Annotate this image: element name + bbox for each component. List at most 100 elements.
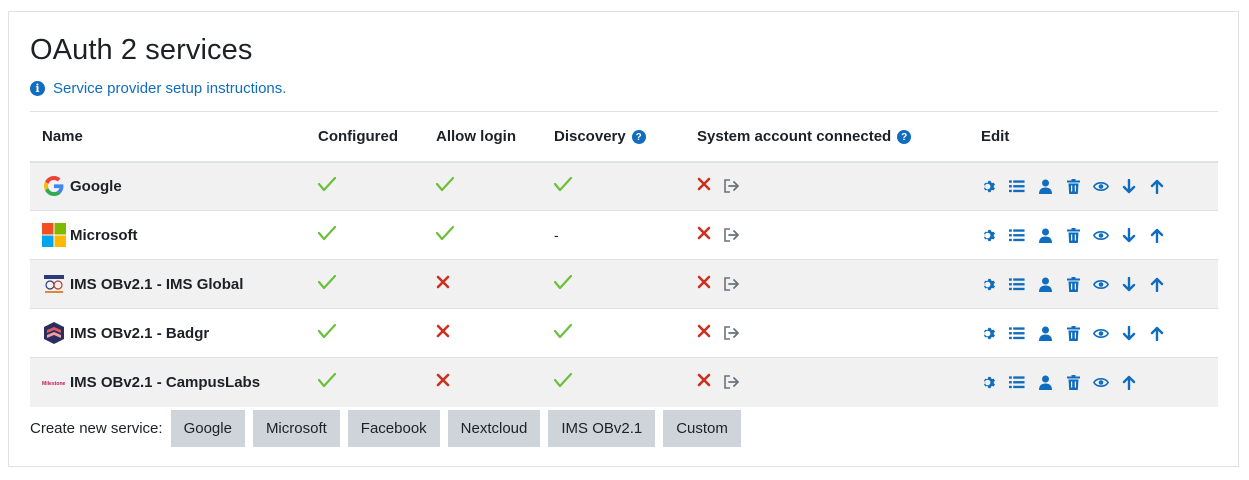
system-account-cell: [685, 308, 969, 358]
user-icon[interactable]: [1037, 325, 1053, 341]
connect-system-account-icon[interactable]: [723, 325, 741, 341]
connect-system-account-icon[interactable]: [723, 276, 741, 292]
system-account-cell: [685, 161, 969, 211]
settings-icon[interactable]: [981, 178, 997, 194]
user-icon[interactable]: [1037, 227, 1053, 243]
settings-icon[interactable]: [981, 325, 997, 341]
discovery-cell: [542, 161, 685, 211]
edit-cell: [969, 210, 1218, 260]
arrow-up-icon[interactable]: [1149, 325, 1165, 341]
configured-check-icon: [317, 225, 337, 245]
create-service-label: Create new service:: [30, 420, 163, 437]
service-name-cell: Milestone IMS OBv2.1 - CampusLabs: [30, 357, 306, 407]
list-icon[interactable]: [1009, 227, 1025, 243]
arrow-down-icon[interactable]: [1121, 325, 1137, 341]
service-name: IMS OBv2.1 - CampusLabs: [70, 373, 261, 391]
system-account-cross-icon: [697, 373, 711, 391]
system-account-cross-icon: [697, 275, 711, 293]
settings-icon[interactable]: [981, 227, 997, 243]
arrow-up-icon[interactable]: [1149, 227, 1165, 243]
allow-login-cell: [424, 161, 542, 211]
allow-login-check-icon: [435, 225, 455, 245]
user-icon[interactable]: [1037, 374, 1053, 390]
trash-icon[interactable]: [1065, 227, 1081, 243]
settings-icon[interactable]: [981, 276, 997, 292]
discovery-cell: [542, 259, 685, 309]
configured-check-icon: [317, 373, 337, 392]
arrow-up-icon[interactable]: [1121, 374, 1137, 390]
allow-login-cross-icon: [436, 275, 450, 293]
discovery-value: -: [554, 226, 559, 243]
arrow-up-icon[interactable]: [1149, 276, 1165, 292]
user-icon[interactable]: [1037, 178, 1053, 194]
create-facebook-button[interactable]: Facebook: [347, 410, 440, 447]
discovery-check-icon: [553, 373, 573, 392]
connect-system-account-icon[interactable]: [723, 227, 741, 243]
badgr-logo: [42, 321, 66, 345]
trash-icon[interactable]: [1065, 276, 1081, 292]
service-name-cell: IMS OBv2.1 - Badgr: [30, 308, 306, 358]
ims-global-logo: [42, 272, 66, 296]
configured-cell: [306, 308, 424, 358]
discovery-cell: [542, 308, 685, 358]
configured-cell: [306, 210, 424, 260]
col-system-account-label: System account connected: [697, 127, 892, 145]
help-icon[interactable]: ?: [897, 130, 912, 145]
col-allow-login: Allow login: [424, 111, 542, 163]
system-account-cross-icon: [697, 324, 711, 342]
col-discovery-label: Discovery: [554, 127, 626, 145]
eye-icon[interactable]: [1093, 227, 1109, 243]
info-icon: i: [30, 81, 45, 96]
list-icon[interactable]: [1009, 325, 1025, 341]
user-icon[interactable]: [1037, 276, 1053, 292]
service-name-cell: Microsoft: [30, 210, 306, 260]
allow-login-cross-icon: [436, 373, 450, 391]
col-name: Name: [30, 111, 306, 163]
settings-icon[interactable]: [981, 374, 997, 390]
services-table: Name Configured Allow login Discovery? S…: [30, 111, 1218, 407]
create-microsoft-button[interactable]: Microsoft: [252, 410, 340, 447]
arrow-down-icon[interactable]: [1121, 178, 1137, 194]
trash-icon[interactable]: [1065, 374, 1081, 390]
create-service-bar: Create new service: Google Microsoft Faceb…: [30, 410, 741, 447]
system-account-cell: [685, 357, 969, 407]
trash-icon[interactable]: [1065, 325, 1081, 341]
table-row: Milestone IMS OBv2.1 - CampusLabs: [30, 357, 1218, 407]
create-ims-obv2-1-button[interactable]: IMS OBv2.1: [548, 410, 656, 447]
discovery-cell: [542, 357, 685, 407]
arrow-down-icon[interactable]: [1121, 276, 1137, 292]
allow-login-cell: [424, 308, 542, 358]
service-name-cell: Google: [30, 161, 306, 211]
create-nextcloud-button[interactable]: Nextcloud: [447, 410, 541, 447]
arrow-up-icon[interactable]: [1149, 178, 1165, 194]
eye-icon[interactable]: [1093, 276, 1109, 292]
system-account-cross-icon: [697, 226, 711, 244]
system-account-cross-icon: [697, 177, 711, 195]
discovery-check-icon: [553, 177, 573, 196]
setup-instructions-link[interactable]: i Service provider setup instructions.: [30, 80, 286, 97]
table-row: IMS OBv2.1 - Badgr: [30, 308, 1218, 358]
configured-cell: [306, 161, 424, 211]
eye-icon[interactable]: [1093, 178, 1109, 194]
system-account-cell: [685, 259, 969, 309]
edit-cell: [969, 161, 1218, 211]
allow-login-check-icon: [435, 177, 455, 196]
create-custom-button[interactable]: Custom: [663, 410, 741, 447]
arrow-down-icon[interactable]: [1121, 227, 1137, 243]
trash-icon[interactable]: [1065, 178, 1081, 194]
list-icon[interactable]: [1009, 374, 1025, 390]
col-discovery: Discovery?: [542, 111, 685, 163]
edit-cell: [969, 308, 1218, 358]
help-icon[interactable]: ?: [631, 130, 646, 145]
eye-icon[interactable]: [1093, 374, 1109, 390]
connect-system-account-icon[interactable]: [723, 374, 741, 390]
configured-check-icon: [317, 177, 337, 196]
create-google-button[interactable]: Google: [170, 410, 245, 447]
list-icon[interactable]: [1009, 276, 1025, 292]
eye-icon[interactable]: [1093, 325, 1109, 341]
connect-system-account-icon[interactable]: [723, 178, 741, 194]
service-name: IMS OBv2.1 - IMS Global: [70, 275, 244, 293]
configured-cell: [306, 357, 424, 407]
list-icon[interactable]: [1009, 178, 1025, 194]
microsoft-logo: [42, 223, 66, 247]
